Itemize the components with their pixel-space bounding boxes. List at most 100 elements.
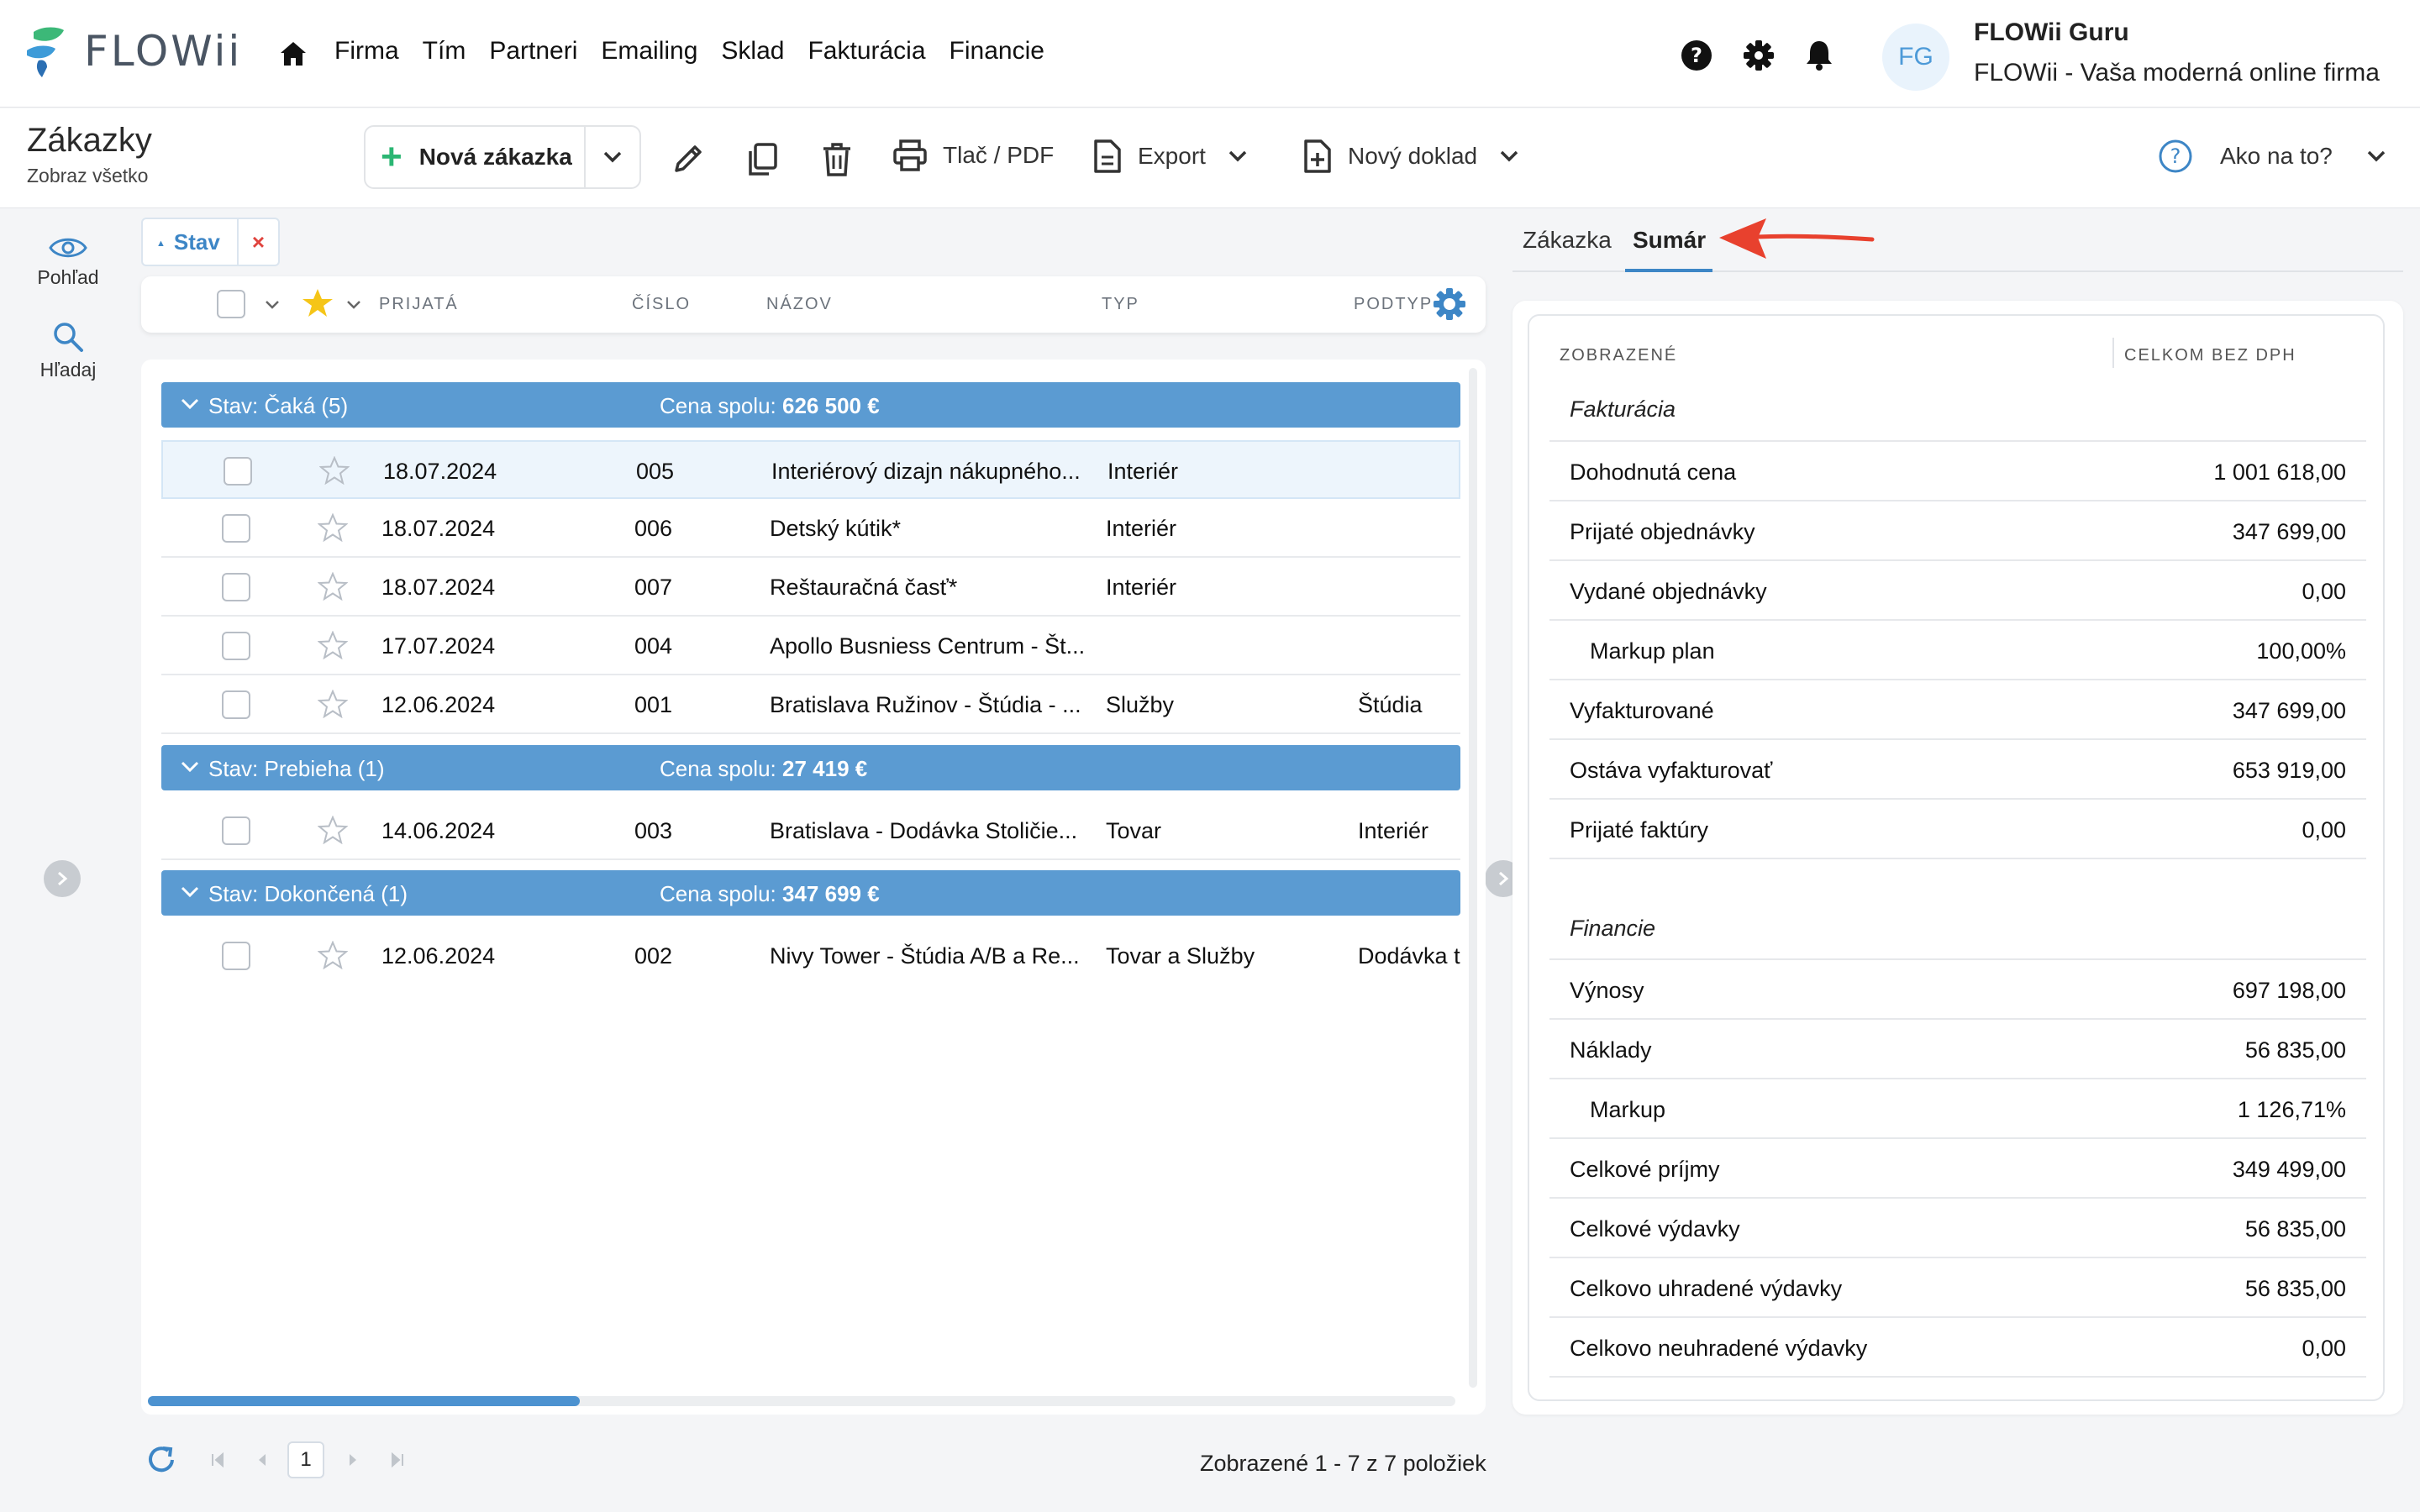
column-header-podtyp[interactable]: PODTYP — [1354, 295, 1438, 314]
refresh-icon[interactable] — [145, 1443, 178, 1477]
table-row[interactable]: 18.07.2024 005 Interiérový dizajn nákupn… — [161, 440, 1460, 499]
cell-name: Nivy Tower - Štúdia A/B a Re... — [770, 943, 1080, 969]
gear-icon[interactable] — [1743, 39, 1775, 71]
column-settings-gear-icon[interactable] — [1432, 286, 1467, 322]
edit-icon[interactable] — [671, 142, 705, 176]
group-row-caka[interactable]: Stav: Čaká (5) Cena spolu: 626 500 € — [161, 382, 1460, 428]
row-checkbox[interactable] — [222, 690, 250, 719]
row-checkbox[interactable] — [222, 816, 250, 845]
search-button[interactable]: Hľadaj — [0, 320, 136, 381]
how-to-label: Ako na to? — [2220, 143, 2333, 169]
table-row[interactable]: 14.06.2024 003 Bratislava - Dodávka Stol… — [161, 801, 1460, 860]
menu-item-emailing[interactable]: Emailing — [601, 37, 697, 66]
add-document-icon — [1304, 139, 1331, 173]
tab-sumar[interactable]: Sumár — [1633, 227, 1706, 254]
select-all-checkbox[interactable] — [217, 290, 245, 318]
menu-item-partneri[interactable]: Partneri — [489, 37, 577, 66]
copy-icon[interactable] — [745, 142, 779, 177]
star-outline-icon[interactable] — [318, 631, 348, 659]
top-navigation: FLOWii Firma Tím Partneri Emailing Sklad… — [0, 0, 2420, 108]
star-filled-icon[interactable] — [301, 287, 334, 319]
last-page-icon[interactable] — [390, 1452, 405, 1467]
menu-item-tim[interactable]: Tím — [423, 37, 466, 66]
question-circle-icon: ? — [2159, 139, 2192, 173]
column-header-nazov[interactable]: NÁZOV — [766, 295, 833, 314]
cell-name: Bratislava Ružinov - Štúdia - ... — [770, 692, 1081, 717]
avatar[interactable]: FG — [1882, 24, 1949, 91]
table-row[interactable]: 12.06.2024 002 Nivy Tower - Štúdia A/B a… — [161, 927, 1460, 985]
star-outline-icon[interactable] — [318, 690, 348, 718]
row-checkbox[interactable] — [222, 632, 250, 660]
menu-item-sklad[interactable]: Sklad — [721, 37, 784, 66]
menu-item-fakturacia[interactable]: Fakturácia — [808, 37, 925, 66]
next-page-icon[interactable] — [348, 1452, 360, 1467]
search-label: Hľadaj — [39, 359, 97, 381]
chevron-down-icon[interactable] — [346, 300, 361, 310]
cell-name: Bratislava - Dodávka Stoličie... — [770, 818, 1078, 843]
table-row[interactable]: 17.07.2024 004 Apollo Busniess Centrum -… — [161, 617, 1460, 675]
summary-row: Ostáva vyfakturovať 653 919,00 — [1549, 738, 2366, 798]
cell-type: Interiér — [1106, 575, 1177, 600]
star-outline-icon[interactable] — [319, 456, 350, 485]
how-to-button[interactable]: ? Ako na to? — [2158, 139, 2386, 174]
star-outline-icon[interactable] — [318, 572, 348, 601]
row-checkbox[interactable] — [222, 942, 250, 970]
group-row-prebieha[interactable]: Stav: Prebieha (1) Cena spolu: 27 419 € — [161, 745, 1460, 790]
cell-type: Interiér — [1106, 516, 1177, 541]
summary-row: Vydané objednávky 0,00 — [1549, 559, 2366, 619]
group-sum: Cena spolu: 347 699 € — [660, 881, 880, 906]
help-icon[interactable]: ? — [1681, 39, 1712, 71]
pager: 1 — [145, 1441, 405, 1478]
first-page-icon[interactable] — [210, 1452, 225, 1467]
export-button[interactable]: Export — [1092, 139, 1248, 174]
summary-header-displayed: ZOBRAZENÉ — [1560, 346, 1678, 365]
table-row[interactable]: 12.06.2024 001 Bratislava Ružinov - Štúd… — [161, 675, 1460, 734]
group-row-dokoncena[interactable]: Stav: Dokončená (1) Cena spolu: 347 699 … — [161, 870, 1460, 916]
user-company: FLOWii - Vaša moderná online firma — [1974, 59, 2380, 87]
star-outline-icon[interactable] — [318, 816, 348, 844]
summary-row: Markup 1 126,71% — [1549, 1078, 2366, 1137]
section-title-financie: Financie — [1570, 916, 1656, 941]
grid-header: PRIJATÁ ČÍSLO NÁZOV TYP PODTYP — [141, 276, 1486, 333]
group-sum: Cena spolu: 626 500 € — [660, 393, 880, 418]
table-row[interactable]: 18.07.2024 006 Detský kútik* Interiér — [161, 499, 1460, 558]
column-header-typ[interactable]: TYP — [1102, 295, 1139, 314]
filter-chip-stav[interactable]: Stav × — [141, 218, 280, 266]
toolbar: Zákazky Zobraz všetko + Nová zákazka Tla… — [0, 108, 2420, 208]
summary-card: ZOBRAZENÉ CELKOM BEZ DPH Fakturácia Doho… — [1512, 301, 2403, 1415]
table-row[interactable]: 18.07.2024 007 Reštauračná časť* Interié… — [161, 558, 1460, 617]
row-checkbox[interactable] — [224, 457, 252, 486]
cell-number: 005 — [636, 459, 675, 484]
column-header-cislo[interactable]: ČÍSLO — [632, 295, 691, 314]
vertical-scrollbar[interactable] — [1469, 368, 1477, 1388]
star-outline-icon[interactable] — [318, 513, 348, 542]
cell-subtype: Dodávka t — [1358, 943, 1460, 969]
home-icon[interactable] — [279, 40, 308, 67]
summary-table: ZOBRAZENÉ CELKOM BEZ DPH Fakturácia Doho… — [1528, 314, 2385, 1401]
page-number-button[interactable]: 1 — [287, 1441, 324, 1478]
eye-icon — [49, 238, 87, 258]
flowii-logo[interactable]: FLOWii — [25, 25, 242, 77]
star-outline-icon[interactable] — [318, 941, 348, 969]
tab-zakazka[interactable]: Zákazka — [1523, 227, 1612, 254]
new-order-dropdown[interactable] — [586, 150, 639, 164]
previous-page-icon[interactable] — [255, 1452, 267, 1467]
column-header-prijata[interactable]: PRIJATÁ — [379, 295, 459, 314]
view-button[interactable]: Pohľad — [0, 234, 136, 289]
print-pdf-button[interactable]: Tlač / PDF — [892, 139, 1054, 172]
view-label: Pohľad — [37, 266, 99, 288]
new-document-button[interactable]: Nový doklad — [1302, 139, 1519, 174]
remove-filter-button[interactable]: × — [237, 219, 278, 265]
new-order-button[interactable]: + Nová zákazka — [366, 127, 586, 187]
row-checkbox[interactable] — [222, 514, 250, 543]
cell-type: Tovar a Služby — [1106, 943, 1255, 969]
chevron-down-icon[interactable] — [265, 300, 280, 310]
menu-item-financie[interactable]: Financie — [950, 37, 1044, 66]
trash-icon[interactable] — [820, 142, 854, 177]
row-checkbox[interactable] — [222, 573, 250, 601]
expand-left-panel-button[interactable] — [44, 860, 81, 897]
cell-name: Reštauračná časť* — [770, 575, 958, 600]
bell-icon[interactable] — [1805, 39, 1833, 71]
menu-item-firma[interactable]: Firma — [334, 37, 399, 66]
horizontal-scrollbar-thumb[interactable] — [148, 1396, 580, 1406]
